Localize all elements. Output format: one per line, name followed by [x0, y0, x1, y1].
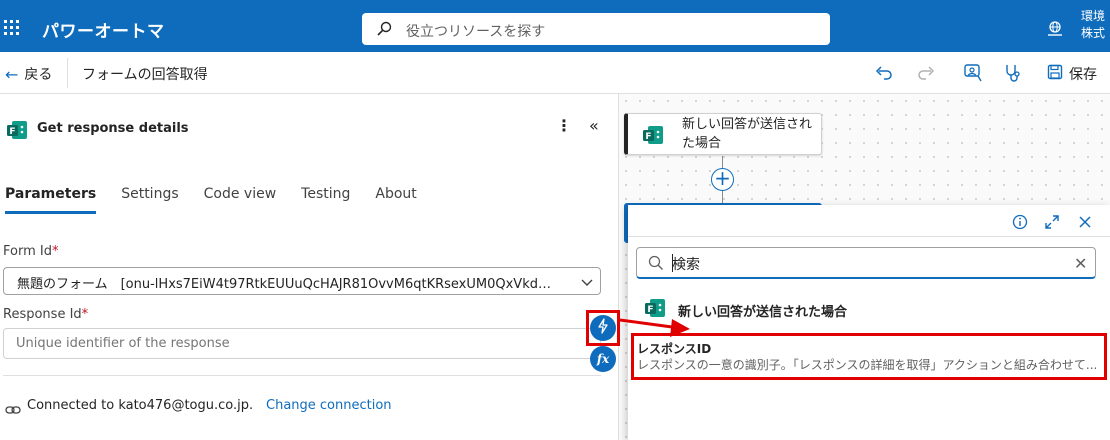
flow-checker-icon[interactable]: [1003, 62, 1025, 84]
divider: [67, 58, 68, 88]
copilot-icon[interactable]: [962, 62, 984, 84]
tab-list: Parameters Settings Code view Testing Ab…: [5, 186, 442, 214]
save-button[interactable]: 保存: [1047, 64, 1097, 84]
expression-button[interactable]: fx: [590, 346, 616, 372]
svg-text:F: F: [647, 305, 653, 315]
search-icon: [648, 255, 664, 275]
app-title[interactable]: パワーオートマ: [42, 17, 165, 42]
collapse-panel-icon[interactable]: «: [589, 116, 599, 135]
divider: [3, 375, 601, 376]
environment-name[interactable]: 環境 株式: [1081, 8, 1105, 42]
expand-icon[interactable]: [1044, 214, 1060, 234]
dynamic-content-popup: 検索 ✕ F 新しい回答が送信された場合 レスポンスID レスポンスの一意の識別…: [628, 205, 1110, 440]
undo-icon[interactable]: [873, 62, 895, 84]
svg-text:F: F: [9, 127, 15, 137]
dynamic-content-search[interactable]: 検索 ✕: [636, 247, 1096, 279]
forms-icon: F: [6, 119, 28, 145]
svg-text:F: F: [645, 132, 651, 142]
add-step-button[interactable]: +: [711, 168, 734, 191]
info-icon[interactable]: [1012, 214, 1028, 234]
chevron-down-icon[interactable]: [580, 274, 594, 293]
response-id-field[interactable]: [3, 328, 601, 359]
arrow-left-icon: ←: [5, 64, 19, 84]
more-options-icon[interactable]: ⋮: [556, 116, 572, 135]
trigger-node[interactable]: F 新しい回答が送信された場合: [624, 113, 822, 155]
environment-icon[interactable]: [1046, 20, 1064, 42]
forms-icon: F: [642, 124, 664, 150]
environment-line2: 株式: [1081, 26, 1106, 40]
search-placeholder: 役立つリソースを探す: [406, 24, 546, 40]
form-id-label: Form Id*: [3, 244, 58, 259]
highlight-box: [631, 333, 1107, 380]
popup-toolbar: [628, 205, 1110, 237]
connection-status: Connected to kato476@togu.co.jp.: [27, 398, 254, 413]
search-value: 検索: [672, 257, 700, 273]
app-launcher-icon[interactable]: [4, 20, 20, 36]
link-icon: [5, 401, 21, 420]
save-icon: [1047, 64, 1063, 84]
fx-icon: fx: [596, 352, 610, 366]
search-box[interactable]: 役立つリソースを探す: [362, 13, 830, 45]
tab-settings[interactable]: Settings: [121, 186, 178, 214]
change-connection-link[interactable]: Change connection: [266, 398, 392, 413]
back-button[interactable]: ← 戻る: [5, 64, 52, 84]
save-label: 保存: [1069, 67, 1097, 83]
response-id-label-text: Response Id: [3, 307, 82, 322]
highlight-box: [586, 310, 620, 346]
tab-code-view[interactable]: Code view: [204, 186, 277, 214]
tab-about[interactable]: About: [375, 186, 416, 214]
command-bar: ← 戻る フォームの回答取得 保存: [0, 52, 1110, 94]
trigger-node-label: 新しい回答が送信された場合: [682, 117, 813, 151]
form-id-dropdown[interactable]: 無題のフォーム [onu-lHxs7EiW4t97RtkEUUuQcHAJR81…: [3, 267, 601, 295]
search-icon: [376, 21, 392, 41]
top-bar: パワーオートマ 役立つリソースを探す 環境 株式: [0, 0, 1110, 52]
tab-testing[interactable]: Testing: [301, 186, 350, 214]
response-id-label: Response Id*: [3, 307, 88, 322]
action-details-panel: F Get response details ⋮ « Parameters Se…: [0, 94, 618, 440]
tab-parameters[interactable]: Parameters: [5, 186, 97, 214]
clear-icon[interactable]: ✕: [1074, 254, 1087, 273]
flow-name[interactable]: フォームの回答取得: [82, 64, 208, 84]
back-label: 戻る: [24, 67, 53, 83]
required-mark: *: [81, 307, 89, 322]
form-id-label-text: Form Id: [3, 244, 52, 259]
trigger-group-title: 新しい回答が送信された場合: [678, 305, 848, 320]
required-mark: *: [51, 244, 59, 259]
close-icon[interactable]: [1077, 214, 1093, 234]
panel-title: Get response details: [37, 121, 189, 136]
redo-icon[interactable]: [915, 62, 937, 84]
forms-icon: F: [644, 297, 666, 323]
environment-line1: 環境: [1081, 9, 1106, 23]
